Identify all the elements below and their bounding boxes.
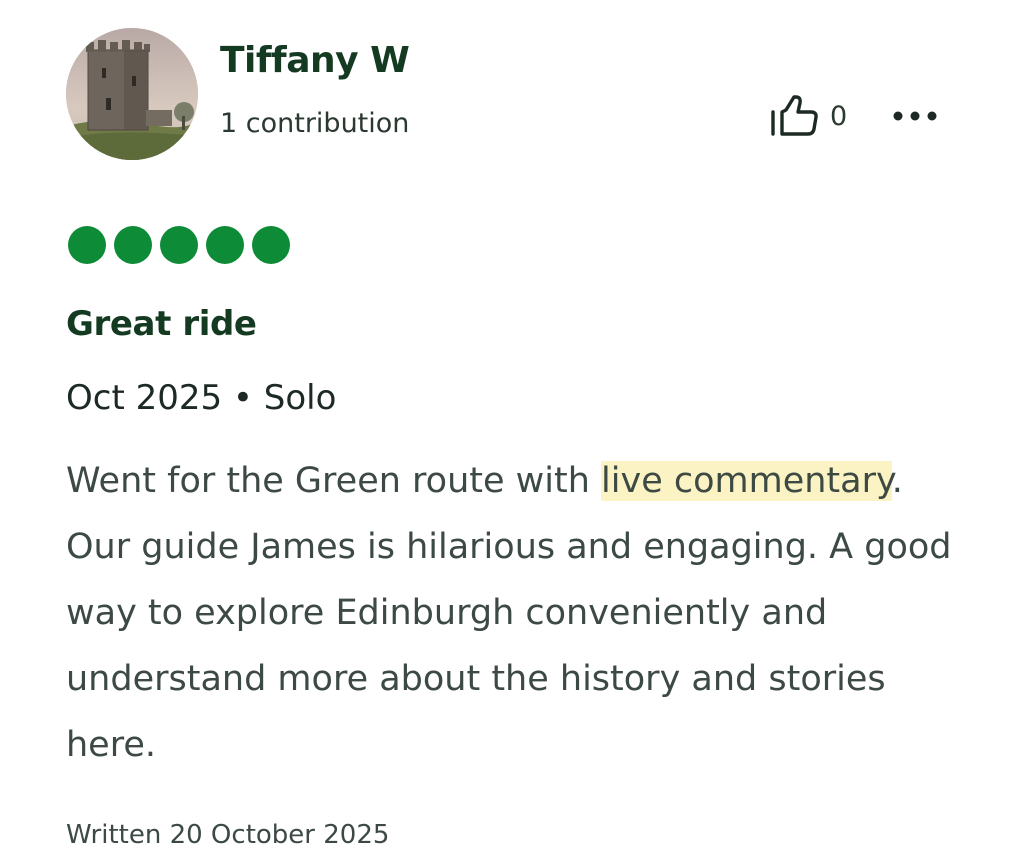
more-options-button[interactable] xyxy=(890,100,940,132)
review-text: Went for the Green route with live comme… xyxy=(66,448,966,778)
rating-bubbles xyxy=(68,226,290,264)
rating-bubble xyxy=(68,226,106,264)
castle-photo-icon xyxy=(66,28,198,160)
contribution-count: 1 contribution xyxy=(220,108,410,139)
rating-bubble xyxy=(252,226,290,264)
written-date: Written 20 October 2025 xyxy=(66,820,390,850)
review-card: Tiffany W 1 contribution 0 Great ride Oc… xyxy=(0,0,1024,868)
thumbs-up-icon xyxy=(771,95,818,136)
helpful-count: 0 xyxy=(830,100,848,132)
rating-bubble xyxy=(114,226,152,264)
rating-bubble xyxy=(160,226,198,264)
rating-bubble xyxy=(206,226,244,264)
author-name[interactable]: Tiffany W xyxy=(220,40,410,81)
more-dots-icon xyxy=(893,111,937,121)
review-text-end: . Our guide James is hilarious and engag… xyxy=(66,461,952,765)
review-text-start: Went for the Green route with xyxy=(66,461,602,501)
review-meta: Oct 2025 • Solo xyxy=(66,378,337,418)
avatar[interactable] xyxy=(66,28,198,160)
helpful-vote-button[interactable]: 0 xyxy=(768,94,847,138)
review-title[interactable]: Great ride xyxy=(66,304,257,344)
highlighted-phrase: live commentary xyxy=(601,461,892,501)
